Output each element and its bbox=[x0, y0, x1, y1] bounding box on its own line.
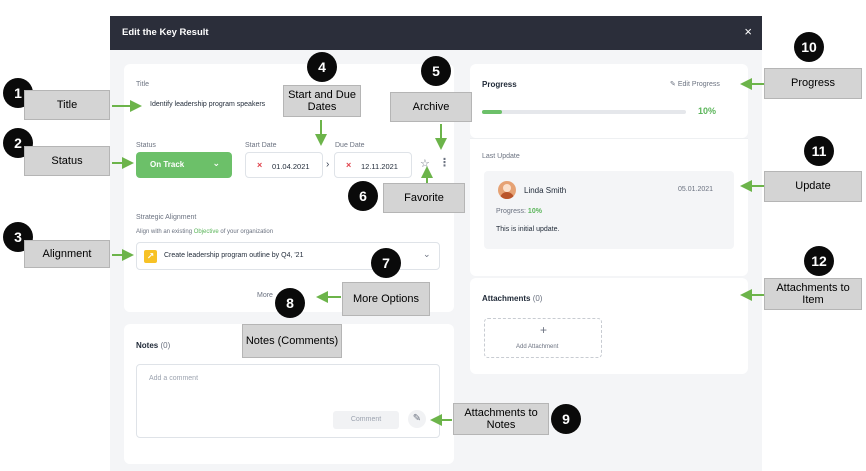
annotation-label-notes-attachments: Attachments to Notes bbox=[453, 403, 549, 435]
annotation-label-dates: Start and Due Dates bbox=[283, 85, 361, 117]
annotation-label-archive: Archive bbox=[390, 92, 472, 122]
annotation-label-item-attachments: Attachments to Item bbox=[764, 278, 862, 310]
annotation-label-title: Title bbox=[24, 90, 110, 120]
annotation-label-progress: Progress bbox=[764, 68, 862, 99]
annotation-label-status: Status bbox=[24, 146, 110, 176]
annotation-number-8: 8 bbox=[275, 288, 305, 318]
annotation-label-update: Update bbox=[764, 171, 862, 202]
annotation-label-more-options: More Options bbox=[342, 282, 430, 316]
annotation-label-notes: Notes (Comments) bbox=[242, 324, 342, 358]
annotation-number-7: 7 bbox=[371, 248, 401, 278]
annotation-label-alignment: Alignment bbox=[24, 240, 110, 268]
annotation-number-6: 6 bbox=[348, 181, 378, 211]
annotation-number-9: 9 bbox=[551, 404, 581, 434]
stage: Edit the Key Result × Title Identify lea… bbox=[0, 0, 866, 471]
annotation-label-favorite: Favorite bbox=[383, 183, 465, 213]
annotation-number-11: 11 bbox=[804, 136, 834, 166]
annotation-number-12: 12 bbox=[804, 246, 834, 276]
annotation-number-10: 10 bbox=[794, 32, 824, 62]
annotation-number-5: 5 bbox=[421, 56, 451, 86]
annotation-number-4: 4 bbox=[307, 52, 337, 82]
